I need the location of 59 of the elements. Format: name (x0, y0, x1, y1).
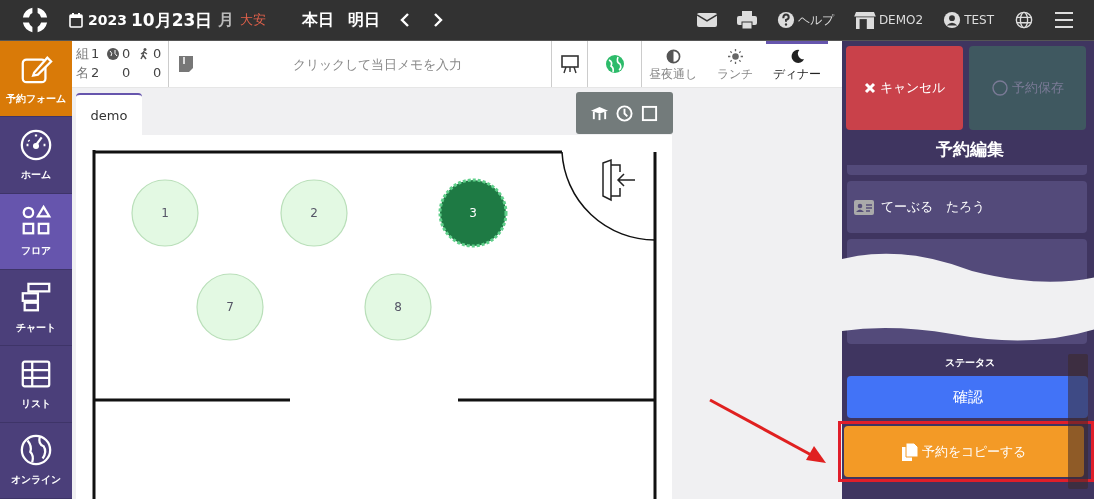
note-icon (179, 56, 193, 72)
count-value: 1 (91, 46, 101, 62)
count-label: 名 (76, 65, 89, 81)
table-icon[interactable] (591, 104, 608, 122)
next-icon[interactable] (433, 12, 444, 28)
table-marker[interactable]: 2 (280, 179, 348, 247)
table-marker[interactable]: 8 (364, 273, 432, 341)
count-value: 0 (122, 46, 132, 62)
globe-icon[interactable] (1014, 11, 1034, 29)
help-button[interactable]: ヘルプ (776, 11, 834, 29)
calendar-icon (69, 12, 83, 28)
memo-field[interactable]: クリックして当日メモを入力 (203, 55, 551, 73)
globe-icon (107, 48, 119, 60)
help-icon (776, 11, 795, 29)
half-circle-icon (665, 48, 681, 64)
walking-person-icon (138, 48, 150, 60)
panel-title: 予約編集 (935, 138, 1005, 161)
count-label: 組 (76, 46, 89, 62)
exit-icon (602, 158, 636, 202)
previous-icon[interactable] (400, 12, 411, 28)
copy-icon (902, 442, 918, 461)
count-value: 0 (122, 65, 132, 81)
globe-icon (604, 54, 625, 74)
sidebar-item[interactable]: フロア (0, 193, 72, 270)
table-marker[interactable]: 3 (438, 178, 508, 248)
cancel-button[interactable]: キャンセル (846, 46, 963, 130)
user-button[interactable]: TEST (943, 11, 994, 29)
date-text: 10月23日 (130, 8, 213, 32)
store-button[interactable]: DEMO2 (853, 11, 924, 29)
count-value: 0 (153, 65, 163, 81)
circle-icon (991, 80, 1008, 96)
close-icon (864, 82, 876, 94)
weekday-text: 月 (218, 9, 235, 31)
floor-tab[interactable]: demo (76, 93, 142, 135)
globe-icon (19, 433, 53, 468)
presentation-icon (559, 54, 580, 74)
gauge-icon (19, 128, 53, 162)
print-icon[interactable] (736, 11, 757, 29)
status-label: ステータス (944, 356, 996, 370)
square-icon[interactable] (641, 104, 658, 122)
guest-card[interactable]: てーぶる たろう (847, 181, 1087, 233)
sun-icon (727, 48, 743, 64)
count-value: 2 (91, 65, 101, 81)
today-button[interactable]: 本日 (302, 9, 335, 31)
tomorrow-button[interactable]: 明日 (348, 9, 381, 31)
rokuyo-text: 大安 (240, 11, 267, 29)
clock-icon[interactable] (616, 104, 633, 122)
id-card-icon (854, 199, 874, 215)
status-button[interactable]: 確認 (847, 376, 1088, 418)
store-icon (853, 11, 876, 29)
table-marker[interactable]: 7 (196, 273, 264, 341)
moon-icon (789, 48, 805, 64)
mail-icon[interactable] (696, 11, 717, 29)
user-icon (943, 11, 962, 29)
year-text: 2023 (88, 12, 127, 28)
menu-icon[interactable] (1054, 11, 1074, 29)
logo-icon[interactable] (22, 7, 48, 33)
table-marker[interactable]: 1 (131, 179, 199, 247)
count-value: 0 (153, 46, 163, 62)
